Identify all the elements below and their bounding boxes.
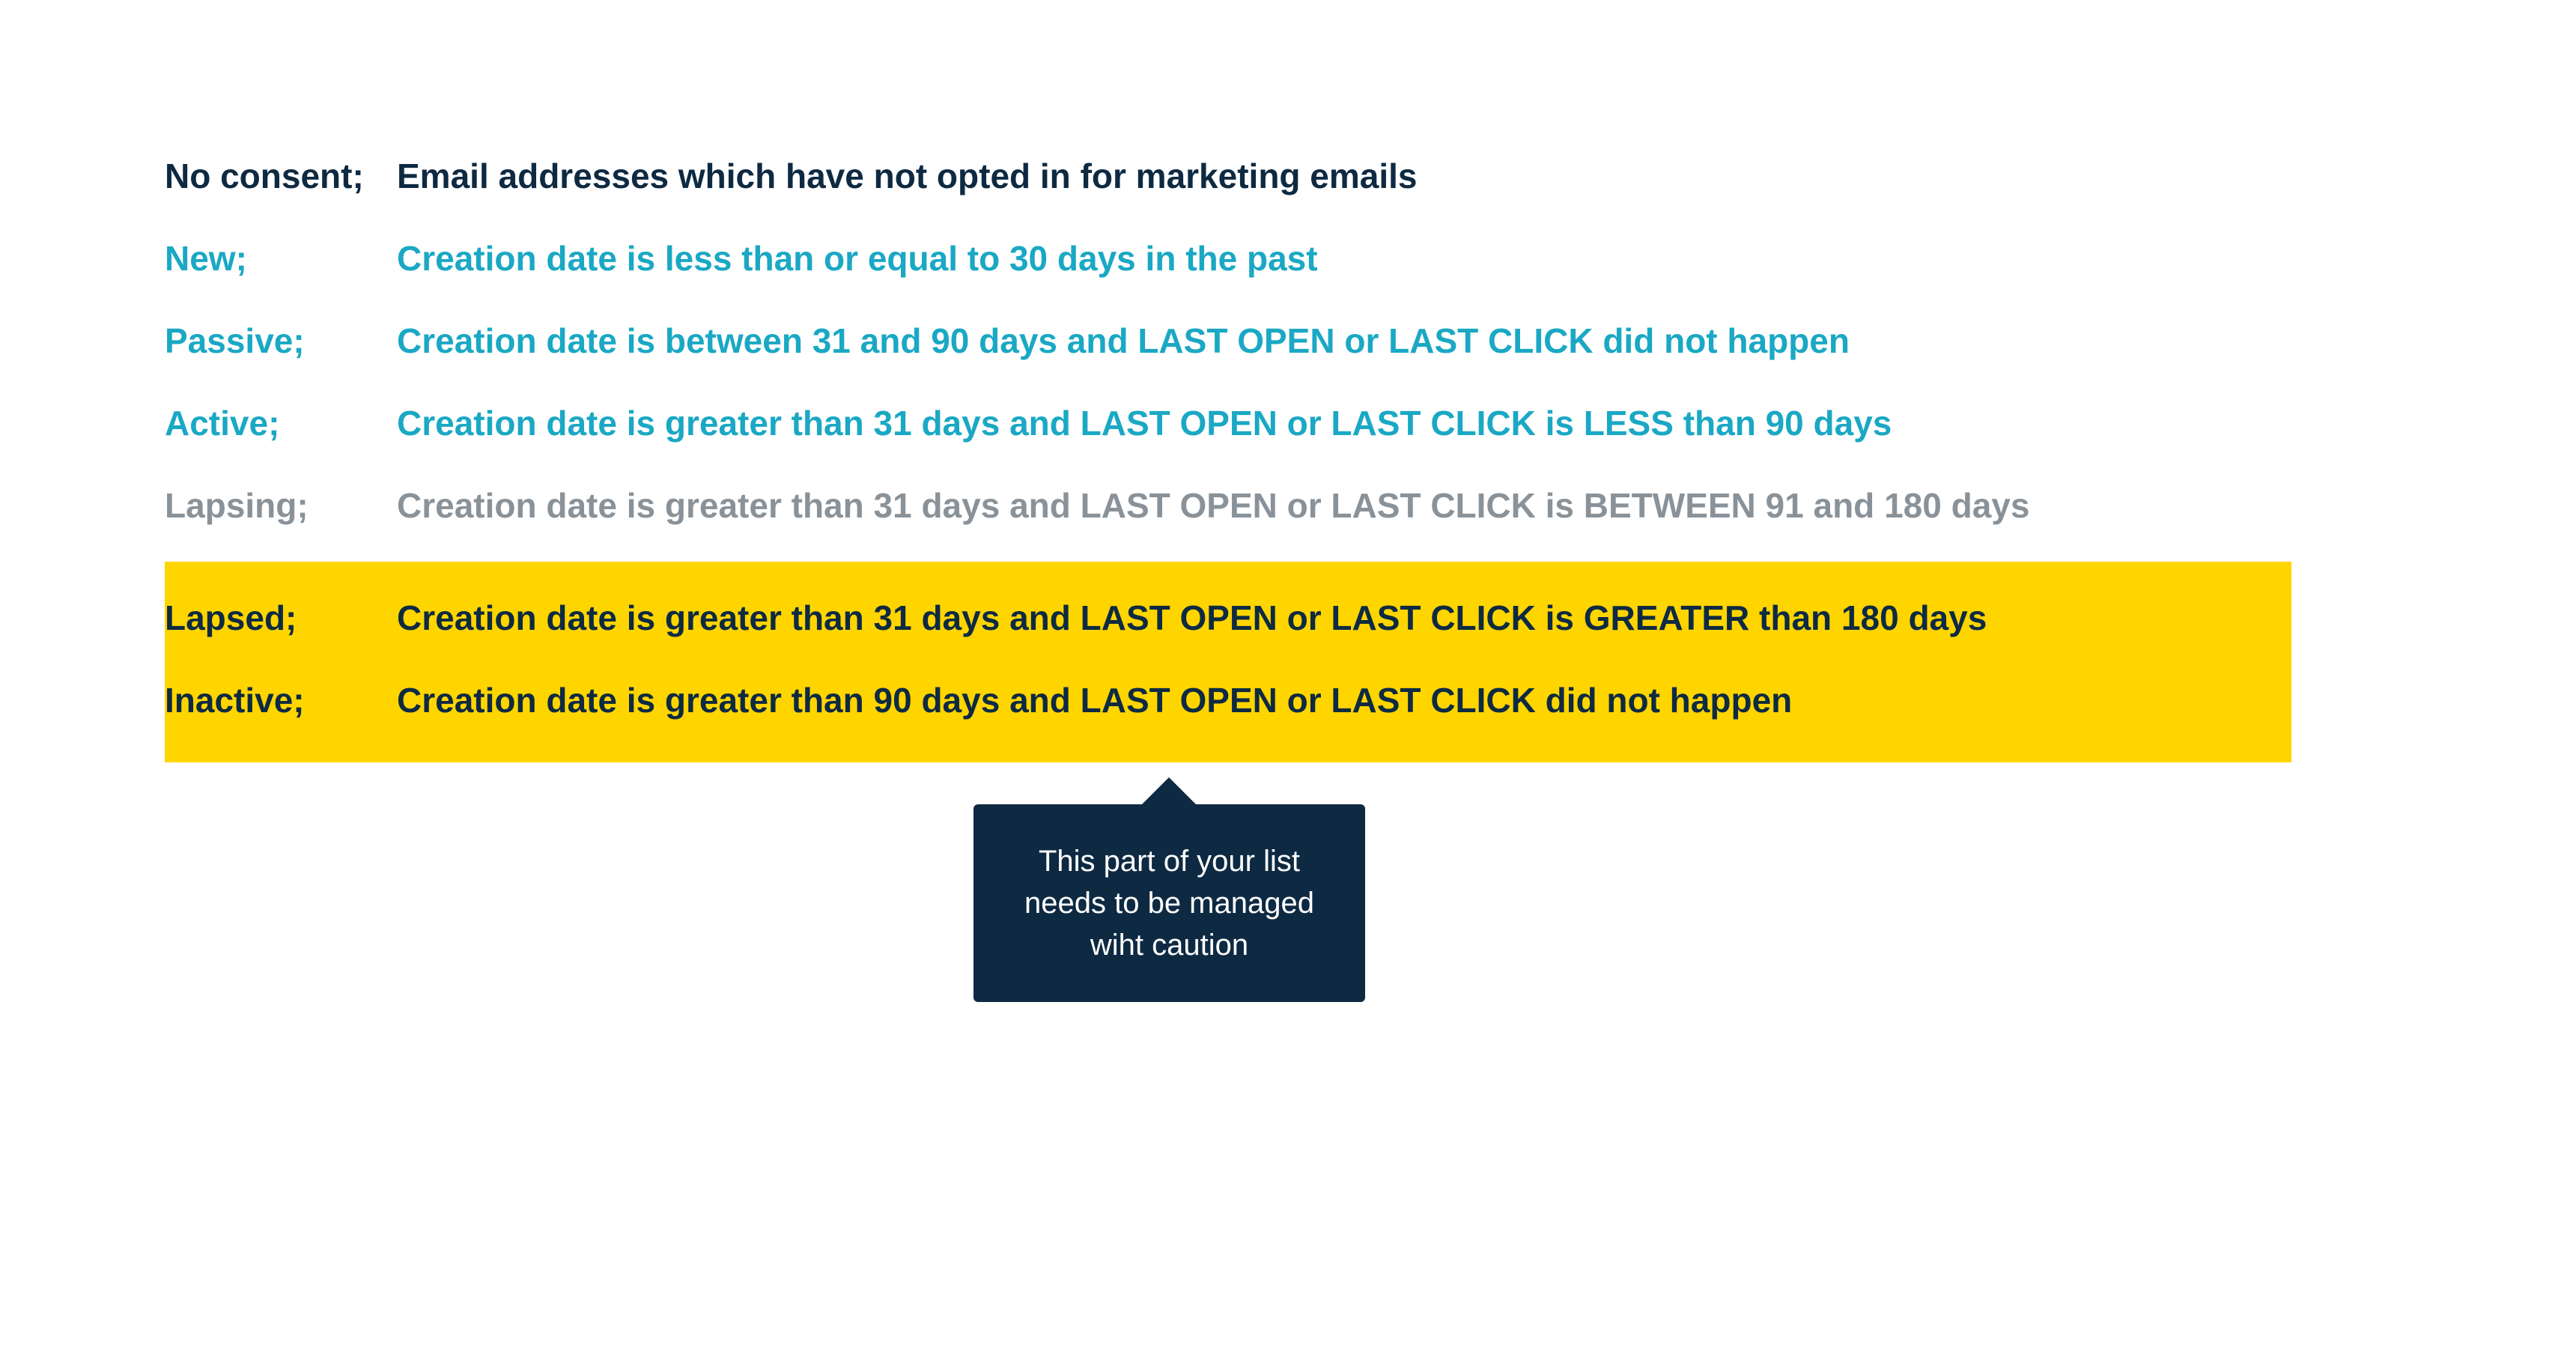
desc-lapsing: Creation date is greater than 31 days an…	[397, 485, 2411, 526]
desc-lapsed: Creation date is greater than 31 days an…	[397, 598, 2291, 638]
row-lapsed: Lapsed; Creation date is greater than 31…	[165, 577, 2291, 659]
desc-passive: Creation date is between 31 and 90 days …	[397, 321, 2411, 361]
label-active: Active;	[165, 403, 397, 443]
label-inactive: Inactive;	[165, 680, 397, 720]
row-inactive: Inactive; Creation date is greater than …	[165, 659, 2291, 741]
label-passive: Passive;	[165, 321, 397, 361]
row-no-consent: No consent; Email addresses which have n…	[165, 135, 2411, 217]
label-lapsed: Lapsed;	[165, 598, 397, 638]
label-new: New;	[165, 238, 397, 279]
row-active: Active; Creation date is greater than 31…	[165, 382, 2411, 464]
row-passive: Passive; Creation date is between 31 and…	[165, 300, 2411, 382]
highlighted-rows: Lapsed; Creation date is greater than 31…	[165, 562, 2291, 762]
definitions-list: No consent; Email addresses which have n…	[165, 135, 2411, 547]
row-new: New; Creation date is less than or equal…	[165, 217, 2411, 300]
desc-new: Creation date is less than or equal to 3…	[397, 238, 2411, 279]
callout-line3: wiht caution	[1024, 924, 1314, 966]
desc-no-consent: Email addresses which have not opted in …	[397, 156, 2411, 196]
callout-line2: needs to be managed	[1024, 882, 1314, 924]
callout-box: This part of your list needs to be manag…	[973, 804, 1365, 1002]
callout-line1: This part of your list	[1024, 840, 1314, 882]
desc-inactive: Creation date is greater than 90 days an…	[397, 680, 2291, 720]
label-lapsing: Lapsing;	[165, 485, 397, 526]
desc-active: Creation date is greater than 31 days an…	[397, 403, 2411, 443]
callout-wrap: This part of your list needs to be manag…	[973, 770, 2411, 1002]
label-no-consent: No consent;	[165, 156, 397, 196]
row-lapsing: Lapsing; Creation date is greater than 3…	[165, 464, 2411, 547]
